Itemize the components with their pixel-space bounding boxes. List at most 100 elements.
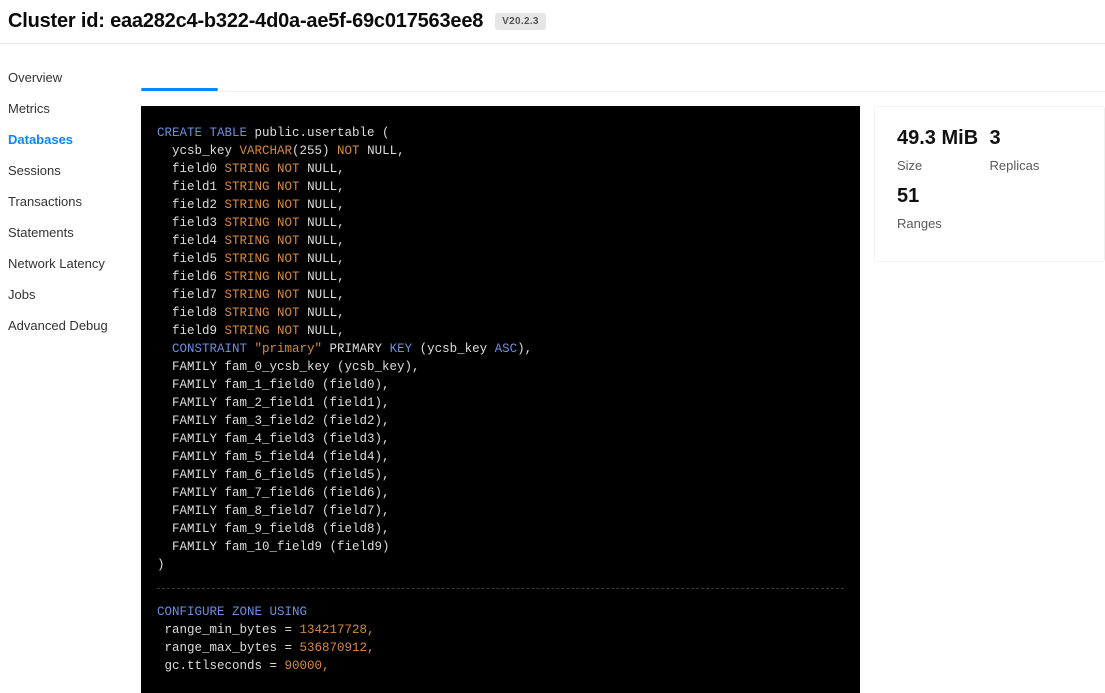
main-content: CREATE TABLE public.usertable ( ycsb_key… bbox=[141, 44, 1105, 693]
code-text: NULL, bbox=[300, 162, 345, 176]
stat-replicas: 3 Replicas bbox=[990, 127, 1083, 173]
code-text: ), bbox=[517, 342, 532, 356]
stat-size: 49.3 MiB Size bbox=[897, 127, 990, 173]
sidebar-item-databases[interactable]: Databases bbox=[8, 124, 141, 155]
code-text: (255) bbox=[292, 144, 337, 158]
code-text: field7 bbox=[157, 288, 225, 302]
kw-not: NOT bbox=[277, 216, 300, 230]
kw-string: STRING bbox=[225, 270, 270, 284]
code-text: FAMILY fam_2_field1 (field1), bbox=[157, 396, 390, 410]
code-text: ycsb_key bbox=[157, 144, 240, 158]
kw-string: STRING bbox=[225, 324, 270, 338]
code-text: ) bbox=[157, 558, 165, 572]
code-text: FAMILY fam_6_field5 (field5), bbox=[157, 468, 390, 482]
sidebar-item-label: Network Latency bbox=[8, 256, 105, 271]
tab-bar bbox=[141, 56, 1105, 92]
kw-string: STRING bbox=[225, 162, 270, 176]
code-text: field9 bbox=[157, 324, 225, 338]
sidebar-item-jobs[interactable]: Jobs bbox=[8, 279, 141, 310]
sidebar-item-metrics[interactable]: Metrics bbox=[8, 93, 141, 124]
code-text: field4 bbox=[157, 234, 225, 248]
create-table-block: CREATE TABLE public.usertable ( ycsb_key… bbox=[157, 124, 844, 574]
code-text: NULL, bbox=[300, 288, 345, 302]
stat-size-label: Size bbox=[897, 158, 990, 173]
code-text: field0 bbox=[157, 162, 225, 176]
code-text: FAMILY fam_3_field2 (field2), bbox=[157, 414, 390, 428]
code-text: PRIMARY bbox=[322, 342, 390, 356]
sidebar-item-label: Jobs bbox=[8, 287, 35, 302]
version-badge: V20.2.3 bbox=[495, 13, 546, 30]
constraint-name: "primary" bbox=[255, 342, 323, 356]
kw-not: NOT bbox=[277, 324, 300, 338]
code-text: range_min_bytes = bbox=[157, 623, 300, 637]
code-text: public.usertable ( bbox=[247, 126, 390, 140]
code-text: field2 bbox=[157, 198, 225, 212]
code-text: FAMILY fam_4_field3 (field3), bbox=[157, 432, 390, 446]
kw-not: NOT bbox=[277, 198, 300, 212]
code-text: NULL, bbox=[300, 234, 345, 248]
code-text: FAMILY fam_5_field4 (field4), bbox=[157, 450, 390, 464]
sidebar-item-label: Overview bbox=[8, 70, 62, 85]
stat-size-value: 49.3 MiB bbox=[897, 127, 990, 150]
code-text: field5 bbox=[157, 252, 225, 266]
sql-code-panel: CREATE TABLE public.usertable ( ycsb_key… bbox=[141, 106, 860, 693]
title-prefix: Cluster id: bbox=[8, 10, 105, 32]
sidebar-item-sessions[interactable]: Sessions bbox=[8, 155, 141, 186]
kw-constraint: CONSTRAINT bbox=[157, 342, 255, 356]
kw-not: NOT bbox=[277, 270, 300, 284]
sidebar-item-overview[interactable]: Overview bbox=[8, 62, 141, 93]
kw-configure: CONFIGURE ZONE USING bbox=[157, 605, 307, 619]
cluster-id: eaa282c4-b322-4d0a-ae5f-69c017563ee8 bbox=[110, 10, 483, 32]
code-value: 134217728, bbox=[300, 623, 375, 637]
kw-string: STRING bbox=[225, 306, 270, 320]
code-text: range_max_bytes = bbox=[157, 641, 300, 655]
active-tab-indicator[interactable] bbox=[141, 88, 218, 91]
kw-not: NOT bbox=[277, 162, 300, 176]
kw-string: STRING bbox=[225, 252, 270, 266]
stat-ranges: 51 Ranges bbox=[897, 185, 1082, 231]
sidebar-item-label: Databases bbox=[8, 132, 73, 147]
code-text: FAMILY fam_10_field9 (field9) bbox=[157, 540, 390, 554]
code-divider bbox=[157, 588, 844, 589]
code-text: field6 bbox=[157, 270, 225, 284]
kw-string: STRING bbox=[225, 288, 270, 302]
code-text: FAMILY fam_7_field6 (field6), bbox=[157, 486, 390, 500]
sidebar-item-transactions[interactable]: Transactions bbox=[8, 186, 141, 217]
code-text: FAMILY fam_1_field0 (field0), bbox=[157, 378, 390, 392]
kw-string: STRING bbox=[225, 180, 270, 194]
code-text: FAMILY fam_9_field8 (field8), bbox=[157, 522, 390, 536]
kw-asc: ASC bbox=[495, 342, 518, 356]
sidebar-item-label: Advanced Debug bbox=[8, 318, 108, 333]
kw-not: NOT bbox=[277, 234, 300, 248]
code-text: NULL, bbox=[300, 306, 345, 320]
code-text: FAMILY fam_8_field7 (field7), bbox=[157, 504, 390, 518]
kw-create-table: CREATE TABLE bbox=[157, 126, 247, 140]
sidebar-item-statements[interactable]: Statements bbox=[8, 217, 141, 248]
kw-varchar: VARCHAR bbox=[240, 144, 293, 158]
code-text: field1 bbox=[157, 180, 225, 194]
code-text: NULL, bbox=[360, 144, 405, 158]
code-text: NULL, bbox=[300, 198, 345, 212]
code-text: NULL, bbox=[300, 324, 345, 338]
sidebar-item-label: Metrics bbox=[8, 101, 50, 116]
stat-replicas-value: 3 bbox=[990, 127, 1083, 150]
kw-not: NOT bbox=[277, 306, 300, 320]
code-text: field3 bbox=[157, 216, 225, 230]
stat-ranges-value: 51 bbox=[897, 185, 1082, 208]
page-header: Cluster id: eaa282c4-b322-4d0a-ae5f-69c0… bbox=[0, 0, 1105, 44]
stats-panel: 49.3 MiB Size 3 Replicas 51 Ranges bbox=[874, 106, 1105, 262]
configure-zone-block: CONFIGURE ZONE USING range_min_bytes = 1… bbox=[157, 603, 844, 675]
stat-replicas-label: Replicas bbox=[990, 158, 1083, 173]
code-text: FAMILY fam_0_ycsb_key (ycsb_key), bbox=[157, 360, 420, 374]
kw-not: NOT bbox=[337, 144, 360, 158]
sidebar-item-network-latency[interactable]: Network Latency bbox=[8, 248, 141, 279]
kw-key: KEY bbox=[390, 342, 413, 356]
kw-string: STRING bbox=[225, 216, 270, 230]
code-text: NULL, bbox=[300, 216, 345, 230]
code-text: (ycsb_key bbox=[412, 342, 495, 356]
sidebar-item-advanced-debug[interactable]: Advanced Debug bbox=[8, 310, 141, 341]
code-text: NULL, bbox=[300, 180, 345, 194]
stat-ranges-label: Ranges bbox=[897, 216, 1082, 231]
code-value: 536870912, bbox=[300, 641, 375, 655]
sidebar-item-label: Sessions bbox=[8, 163, 61, 178]
